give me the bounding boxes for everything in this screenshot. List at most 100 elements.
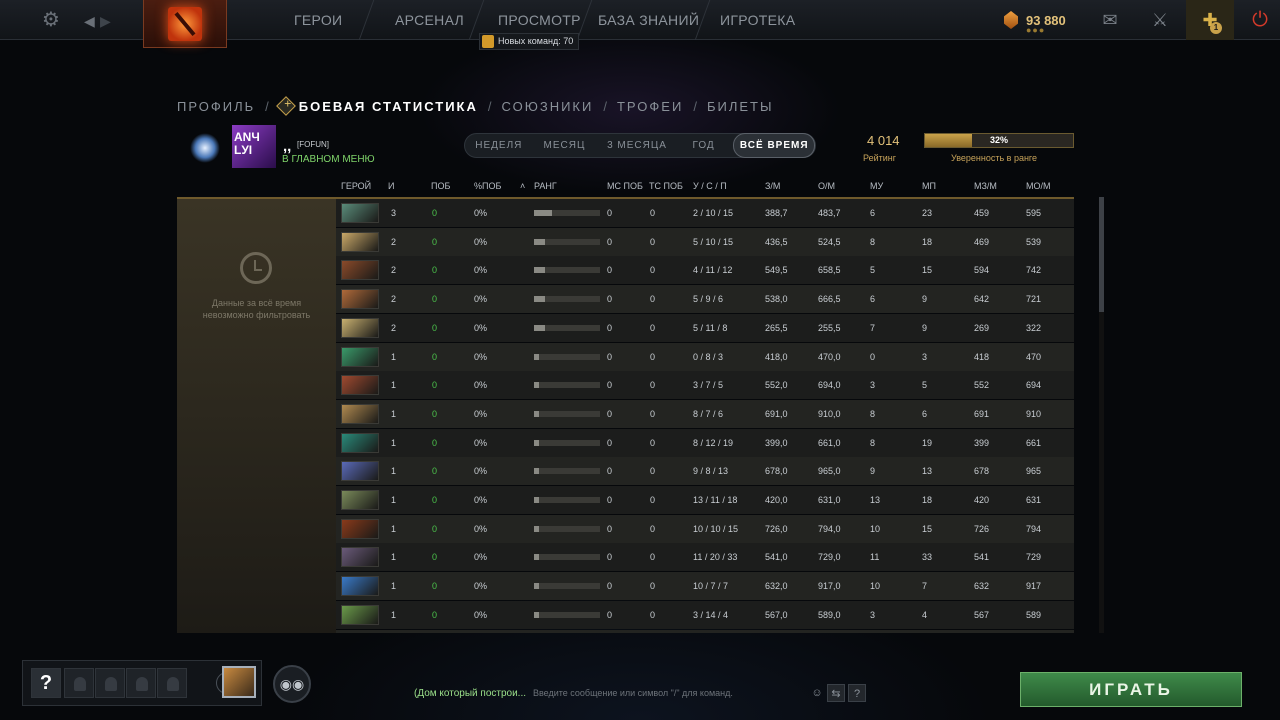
hero-portrait[interactable] [341,203,379,223]
back-arrow-icon[interactable]: ◀ [84,9,95,33]
hero-portrait[interactable] [341,375,379,396]
rank-bar-fill [534,238,546,245]
table-row[interactable]: 1 0 0% 0 0 8 / 12 / 19 399,0 661,0 8 19 399 661 [336,428,1074,457]
tab-year[interactable]: ГОД [678,140,730,151]
table-row[interactable]: 1 0 0% 0 0 3 / 14 / 4 567,0 589,0 3 4 567 589 [336,600,1074,629]
cell-xpm: 483,7 [818,208,841,218]
hero-portrait[interactable] [341,260,379,281]
cell-max-gpm: 567 [974,609,990,620]
dota-logo-button[interactable] [143,0,227,48]
cell-kda: 0 / 8 / 3 [693,351,724,362]
nav-arsenal[interactable]: АРСЕНАЛ [395,0,464,40]
col-matches[interactable]: И [388,178,394,194]
col-max-kills[interactable]: МУ [870,178,883,194]
cell-ms-wins: 0 [607,609,613,620]
subnav-allies[interactable]: СОЮЗНИКИ [502,99,594,114]
plus-subscription-icon[interactable]: ✚ 1 [1186,0,1234,40]
new-teams-notice[interactable]: Новых команд: 70 [479,33,580,50]
table-row[interactable]: 2 0 0% 0 0 5 / 11 / 8 265,5 255,5 7 9 269 322 [336,313,1074,342]
table-row[interactable]: 1 0 0% 0 0 11 / 20 / 33 541,0 729,0 11 33 541 729 [336,543,1074,572]
col-ms-wins[interactable]: МС ПОБ [607,178,643,194]
party-slot[interactable] [126,668,156,698]
armory-icon[interactable]: ⚔ [1136,0,1184,40]
cell-max-gpm: 642 [974,294,990,305]
group-icon[interactable]: ◉◉ [273,665,311,703]
table-row[interactable]: 1 0 0% 0 0 13 / 11 / 18 420,0 631,0 13 18 420 631 [336,486,1074,514]
mail-icon[interactable]: ✉ [1086,0,1134,40]
hero-portrait[interactable] [341,289,379,310]
subnav-tickets[interactable]: БИЛЕТЫ [707,99,774,114]
hero-portrait[interactable] [341,576,379,597]
chat-mode-icon[interactable]: ⇆ [827,684,845,702]
rank-medal-icon[interactable] [190,133,220,163]
table-row[interactable]: 1 0 0% 0 0 8 / 7 / 6 691,0 910,0 8 6 691 910 [336,399,1074,428]
hero-portrait[interactable] [341,518,379,539]
subnav-profile[interactable]: ПРОФИЛЬ [177,99,255,114]
cell-max-kills: 10 [870,581,881,592]
table-row[interactable]: 2 0 0% 0 0 5 / 9 / 6 538,0 666,5 6 9 642 721 [336,285,1074,314]
hero-portrait[interactable] [341,461,379,482]
chat-input[interactable]: Введите сообщение или символ "/" для ком… [533,688,733,698]
hero-portrait[interactable] [341,346,379,367]
table-row[interactable]: 1 0 0% 0 0 10 / 10 / 15 726,0 794,0 10 15 726 794 [336,514,1074,543]
nav-heroes[interactable]: ГЕРОИ [294,0,342,40]
col-max-xpm[interactable]: МО/М [1026,178,1051,194]
col-xpm[interactable]: О/М [818,178,835,194]
col-max-gpm[interactable]: МЗ/М [974,178,997,194]
cell-ts-wins: 0 [650,351,656,362]
table-row[interactable]: 2 0 0% 0 0 4 / 11 / 12 549,5 658,5 5 15 594 742 [336,256,1074,285]
hero-portrait[interactable] [341,403,379,424]
party-slot[interactable] [95,668,125,698]
cell-max-deaths: 9 [922,294,928,305]
cell-winrate: 0% [474,466,488,477]
emoji-icon[interactable]: ☺ [808,684,826,702]
hero-portrait[interactable] [341,432,379,453]
subnav-trophies[interactable]: ТРОФЕИ [617,99,683,114]
hero-portrait[interactable] [341,547,379,568]
col-rank[interactable]: РАНГ [534,178,557,194]
col-max-deaths[interactable]: МП [922,178,936,194]
hero-portrait[interactable] [341,604,379,625]
party-slot[interactable] [64,668,94,698]
col-kda[interactable]: У / С / П [693,178,727,194]
hero-portrait[interactable] [341,490,379,510]
cell-gpm: 691,0 [765,408,788,419]
col-winrate[interactable]: %ПОБ [474,178,501,194]
cell-max-xpm: 729 [1026,552,1042,563]
avatar[interactable]: ANЧ LУI [232,125,276,168]
cell-xpm: 661,0 [818,437,841,448]
table-row[interactable]: 1 0 0% 0 0 10 / 7 / 7 632,0 917,0 10 7 632 917 [336,572,1074,601]
chat-help-button[interactable]: ? [848,684,866,702]
table-row[interactable]: 1 0 0% 0 0 0 / 8 / 3 418,0 470,0 0 3 418 470 [336,342,1074,371]
nav-arcade[interactable]: ИГРОТЕКА [720,0,795,40]
my-avatar[interactable] [222,666,256,698]
subnav-combat-stats[interactable]: БОЕВАЯ СТАТИСТИКА [299,99,478,114]
hero-portrait[interactable] [341,317,379,338]
tab-week[interactable]: НЕДЕЛЯ [465,140,533,151]
tab-month[interactable]: МЕСЯЦ [533,140,597,151]
party-slot[interactable] [157,668,187,698]
nav-learn[interactable]: БАЗА ЗНАНИЙ [598,0,699,40]
power-icon[interactable]: ⏻ [1236,0,1280,40]
help-slot-button[interactable]: ? [31,668,61,698]
table-row[interactable]: 3 0 0% 0 0 2 / 10 / 15 388,7 483,7 6 23 459 595 [336,199,1074,227]
col-wins[interactable]: ПОБ [431,178,450,194]
cell-kda: 13 / 11 / 18 [693,495,738,505]
gear-icon[interactable]: ⚙ [42,8,60,32]
scroll-thumb[interactable] [1099,197,1104,312]
chat-channel[interactable]: (Дом который построи... [414,688,526,699]
col-gpm[interactable]: З/М [765,178,780,194]
table-row[interactable]: 1 0 0% 0 0 3 / 7 / 5 552,0 694,0 3 5 552 694 [336,371,1074,400]
cell-max-xpm: 589 [1026,609,1042,620]
forward-arrow-icon[interactable]: ▶ [100,9,111,33]
table-row[interactable] [336,629,1074,633]
tab-all-time[interactable]: ВСЁ ВРЕМЯ [733,133,815,158]
play-button[interactable]: ИГРАТЬ [1020,672,1242,707]
col-hero[interactable]: ГЕРОЙ [341,178,371,194]
col-ts-wins[interactable]: ТС ПОБ [649,178,683,194]
hero-portrait[interactable] [341,231,379,252]
tab-3-months[interactable]: 3 МЕСЯЦА [596,140,678,151]
table-row[interactable]: 2 0 0% 0 0 5 / 10 / 15 436,5 524,5 8 18 469 539 [336,227,1074,256]
table-scrollbar[interactable] [1099,197,1104,633]
table-row[interactable]: 1 0 0% 0 0 9 / 8 / 13 678,0 965,0 9 13 678 965 [336,457,1074,486]
